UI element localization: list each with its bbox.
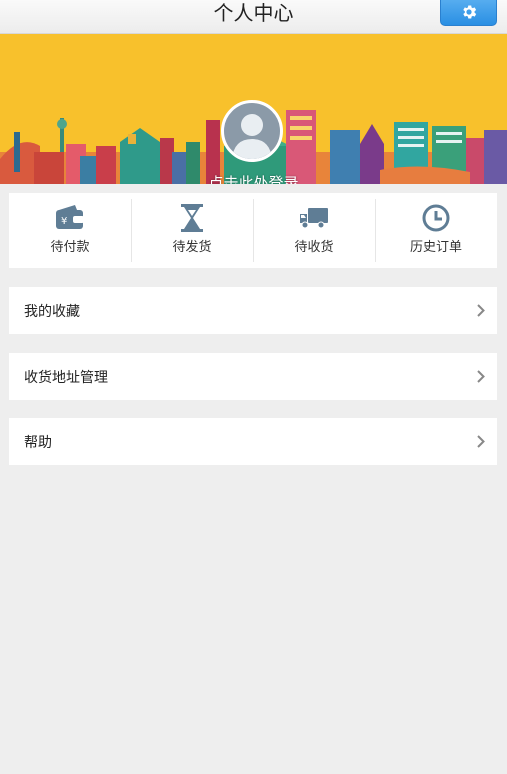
user-avatar-icon (232, 114, 272, 159)
profile-banner: 点击此处登录 (0, 34, 507, 184)
order-label: 待收货 (294, 240, 334, 255)
menu-label: 收货地址管理 (24, 369, 108, 386)
clock-icon (422, 204, 450, 232)
order-pending-payment[interactable]: ¥ 待付款 (9, 193, 131, 268)
truck-icon (300, 208, 328, 229)
menu-label: 帮助 (24, 434, 52, 451)
order-label: 历史订单 (409, 240, 462, 255)
menu-help[interactable]: 帮助 (9, 418, 497, 465)
menu-label: 我的收藏 (24, 303, 80, 320)
top-bar: 个人中心 (0, 0, 507, 34)
chevron-right-icon (477, 370, 485, 383)
login-link[interactable]: 点击此处登录 (0, 172, 507, 184)
gear-icon (462, 5, 476, 19)
order-history[interactable]: 历史订单 (375, 193, 497, 268)
chevron-right-icon (477, 304, 485, 317)
order-label: 待发货 (172, 240, 212, 255)
svg-text:¥: ¥ (61, 216, 67, 227)
hourglass-icon (181, 204, 203, 232)
order-status-bar: ¥ 待付款 待发货 待收货 历史订单 (9, 193, 497, 268)
chevron-right-icon (477, 435, 485, 448)
wallet-icon: ¥ (56, 205, 84, 229)
order-pending-shipment[interactable]: 待发货 (131, 193, 253, 268)
menu-favorites[interactable]: 我的收藏 (9, 287, 497, 334)
avatar[interactable] (221, 100, 283, 162)
order-pending-receipt[interactable]: 待收货 (253, 193, 375, 268)
settings-button[interactable] (440, 0, 497, 26)
menu-address-management[interactable]: 收货地址管理 (9, 353, 497, 400)
page-title: 个人中心 (213, 1, 294, 25)
order-label: 待付款 (50, 240, 90, 255)
